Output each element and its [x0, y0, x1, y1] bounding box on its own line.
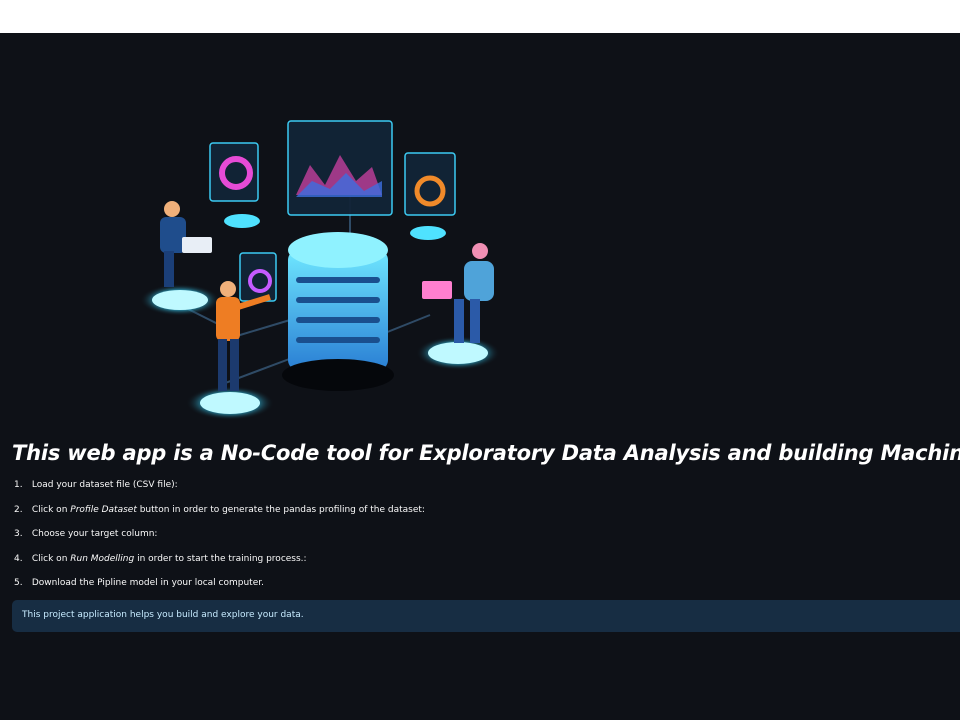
page-headline: This web app is a No-Code tool for Explo… [12, 441, 960, 465]
hero-illustration [120, 85, 520, 425]
list-item: 2. Click on Profile Dataset button in or… [14, 504, 425, 515]
info-alert-text: This project application helps you build… [22, 610, 304, 620]
data-center-illustration [140, 120, 500, 420]
browser-top-bar [0, 0, 960, 33]
list-item: 1. Load your dataset file (CSV file): [14, 480, 178, 490]
list-item: 3. Choose your target column: [14, 529, 158, 539]
list-item: 4. Click on Run Modelling in order to st… [14, 553, 307, 564]
list-item: 5. Download the Pipline model in your lo… [14, 578, 264, 588]
info-alert: This project application helps you build… [12, 600, 960, 632]
instructions-list: 1. Load your dataset file (CSV file): 2.… [14, 479, 425, 602]
app-main: This web app is a No-Code tool for Explo… [0, 33, 960, 720]
